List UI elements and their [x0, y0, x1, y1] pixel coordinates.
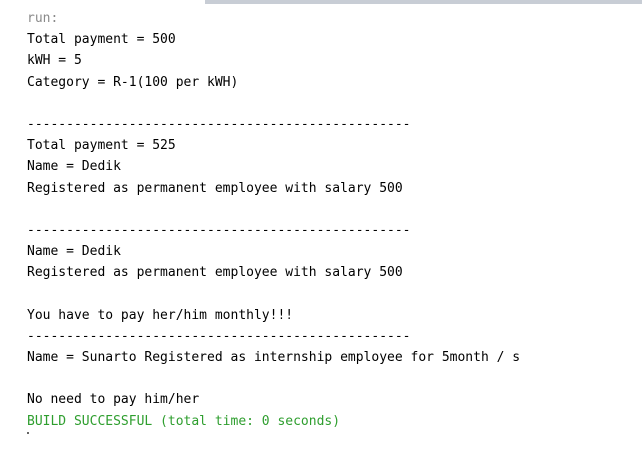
- output-line: Category = R-1(100 per kWH): [27, 74, 239, 90]
- editor-border: [205, 0, 642, 4]
- blank-line: [27, 283, 520, 304]
- output-lines: run: Total payment = 500 kWH = 5 Categor…: [27, 8, 520, 432]
- output-line: No need to pay him/her: [27, 392, 200, 408]
- output-line: Name = Dedik: [27, 244, 121, 260]
- run-label: run:: [27, 11, 59, 26]
- output-line: Registered as permanent employee with sa…: [27, 265, 403, 281]
- text-cursor: [27, 432, 29, 434]
- output-line: Registered as permanent employee with sa…: [27, 180, 403, 196]
- separator-line: ----------------------------------------…: [27, 328, 411, 344]
- output-console[interactable]: run: Total payment = 500 kWH = 5 Categor…: [0, 0, 642, 468]
- blank-line: [27, 368, 520, 389]
- output-line: Name = Dedik: [27, 159, 121, 175]
- build-status: BUILD SUCCESSFUL (total time: 0 seconds): [27, 413, 341, 429]
- output-line: Name = Sunarto Registered as internship …: [27, 350, 521, 365]
- output-line: You have to pay her/him monthly!!!: [27, 307, 294, 323]
- output-line: kWH = 5: [27, 53, 82, 69]
- blank-line: [27, 199, 520, 220]
- separator-line: ----------------------------------------…: [27, 116, 411, 132]
- output-line: Total payment = 525: [27, 138, 176, 154]
- output-line: Total payment = 500: [27, 32, 176, 48]
- separator-line: ----------------------------------------…: [27, 222, 411, 238]
- blank-line: [27, 93, 520, 114]
